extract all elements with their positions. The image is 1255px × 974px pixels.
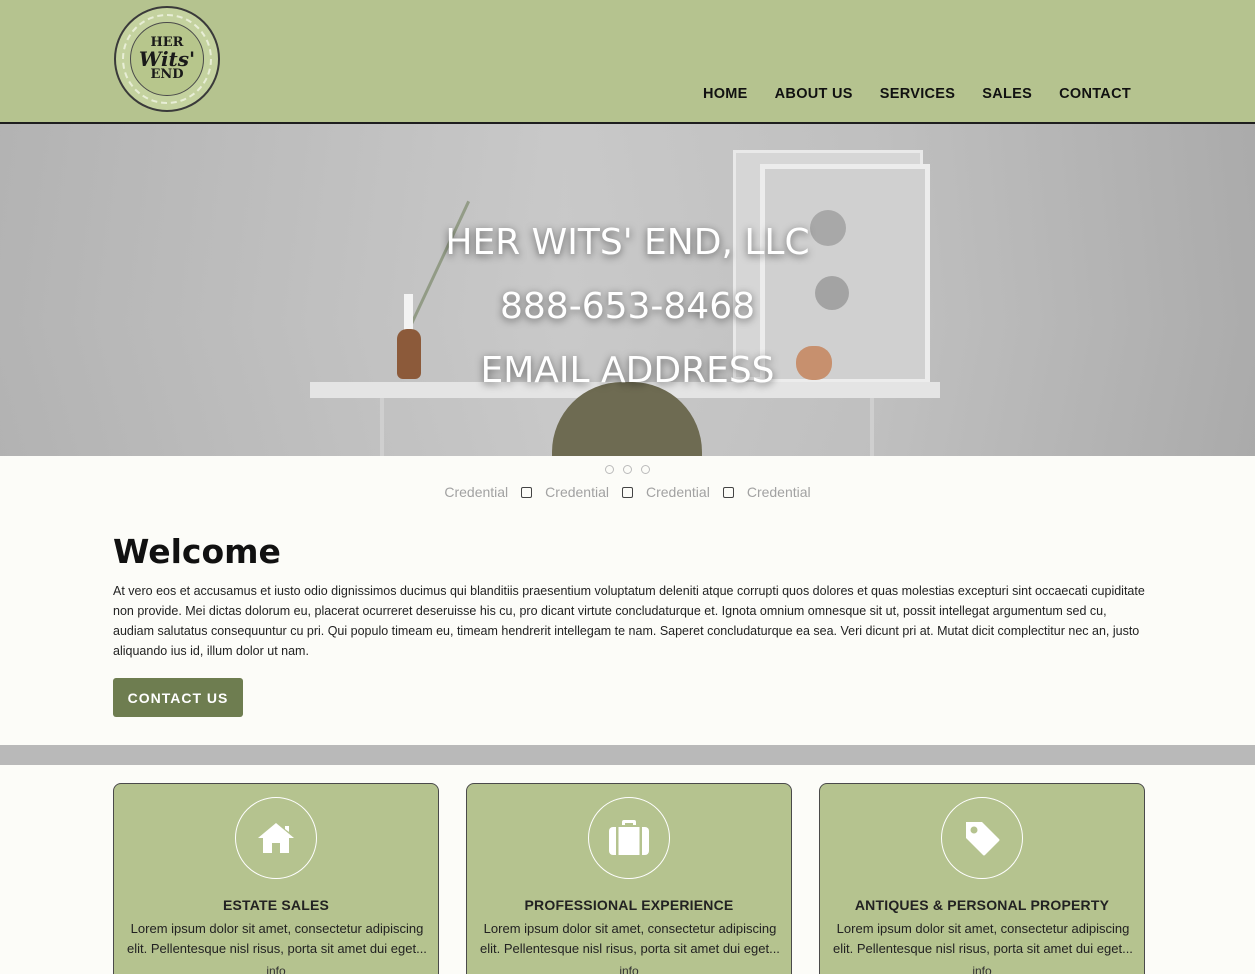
credential-item: Credential: [545, 484, 609, 500]
nav-item-contact[interactable]: CONTACT: [1059, 86, 1131, 102]
nav-item-services[interactable]: SERVICES: [880, 86, 955, 102]
square-bullet-icon: [622, 486, 633, 498]
logo[interactable]: HER Wits' END: [114, 6, 220, 112]
hero-company-name: HER WITS' END, LLC: [445, 222, 810, 263]
main-nav: HOME ABOUT US SERVICES SALES CONTACT: [703, 86, 1131, 102]
service-card-antiques[interactable]: ANTIQUES & PERSONAL PROPERTY Lorem ipsum…: [819, 783, 1145, 974]
logo-text: HER Wits' END: [138, 36, 196, 81]
contact-us-button[interactable]: CONTACT US: [113, 678, 243, 717]
hero-phone[interactable]: 888-653-8468: [0, 286, 1255, 327]
nav-item-home[interactable]: HOME: [703, 86, 748, 102]
hero-desk-leg: [380, 398, 384, 456]
credential-item: Credential: [444, 484, 509, 500]
home-icon: [235, 797, 317, 879]
slider-dot[interactable]: [623, 465, 632, 474]
card-description: Lorem ipsum dolor sit amet, consectetur …: [127, 921, 427, 956]
slider-dots: [0, 465, 1255, 474]
nav-item-about-us[interactable]: ABOUT US: [775, 86, 853, 102]
square-bullet-icon: [521, 486, 533, 498]
credential-item: Credential: [746, 484, 811, 500]
card-more-link[interactable]: info: [114, 964, 438, 974]
card-more-link[interactable]: info: [820, 964, 1144, 974]
site-header: HER Wits' END HOME ABOUT US SERVICES SAL…: [0, 0, 1255, 124]
briefcase-icon: [588, 797, 670, 879]
section-divider: [0, 745, 1255, 765]
square-bullet-icon: [722, 486, 734, 498]
logo-line-2: Wits': [138, 46, 196, 71]
card-more-link[interactable]: info: [467, 964, 791, 974]
slider-dot[interactable]: [605, 465, 614, 474]
credential-item: Credential: [646, 484, 710, 500]
hero-banner: HER WITS' END, LLC 888-653-8468 EMAIL AD…: [0, 124, 1255, 456]
hero-email[interactable]: EMAIL ADDRESS: [0, 350, 1255, 391]
tag-icon: [941, 797, 1023, 879]
service-card-estate-sales[interactable]: ESTATE SALES Lorem ipsum dolor sit amet,…: [113, 783, 439, 974]
card-title: ANTIQUES & PERSONAL PROPERTY: [854, 897, 1110, 913]
card-description: Lorem ipsum dolor sit amet, consectetur …: [480, 921, 780, 956]
card-description: Lorem ipsum dolor sit amet, consectetur …: [833, 921, 1133, 956]
card-title: PROFESSIONAL EXPERIENCE: [524, 897, 734, 913]
slider-dot[interactable]: [641, 465, 650, 474]
hero-desk-leg: [870, 398, 874, 456]
card-title: ESTATE SALES: [222, 897, 330, 913]
welcome-text: At vero eos et accusamus et iusto odio d…: [113, 584, 1145, 658]
credentials-bar: Credential Credential Credential Credent…: [0, 484, 1255, 500]
welcome-heading: Welcome: [113, 532, 281, 571]
service-card-professional-experience[interactable]: PROFESSIONAL EXPERIENCE Lorem ipsum dolo…: [466, 783, 792, 974]
nav-item-sales[interactable]: SALES: [982, 86, 1032, 102]
